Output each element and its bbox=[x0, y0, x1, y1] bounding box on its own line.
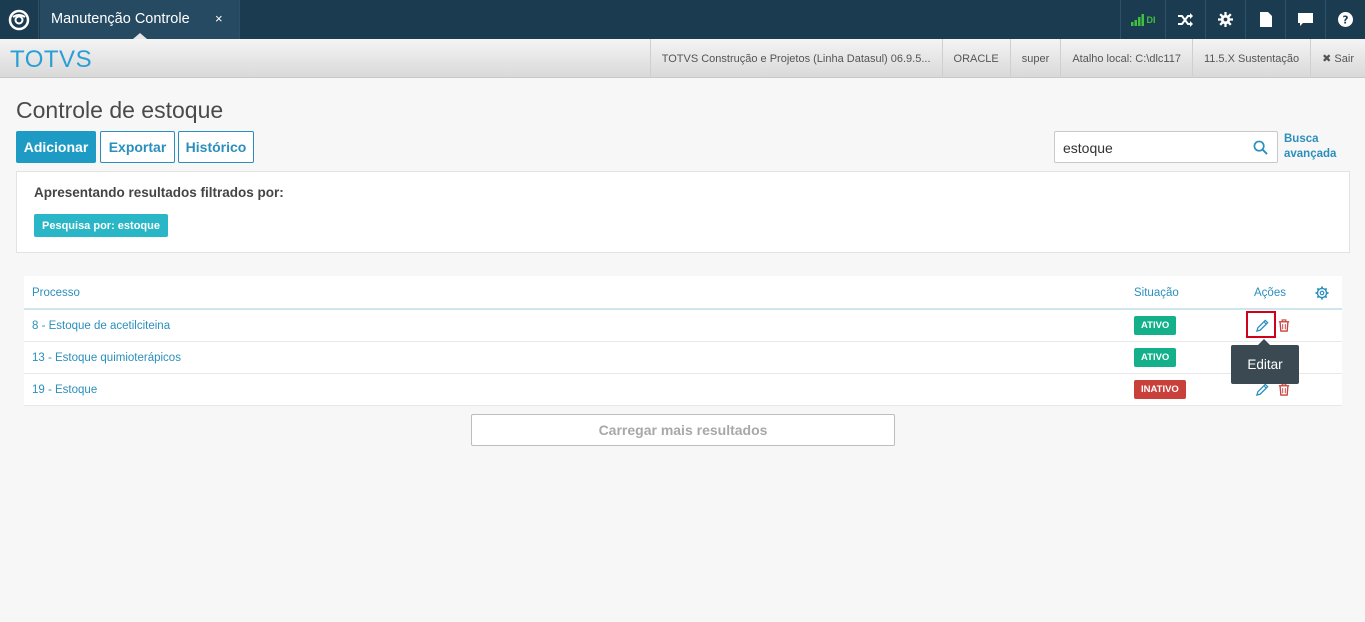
help-icon[interactable]: ? bbox=[1325, 0, 1365, 39]
search-icon[interactable] bbox=[1253, 140, 1268, 160]
filter-chip[interactable]: Pesquisa por: estoque bbox=[34, 214, 168, 237]
brand-bar: TOTVS TOTVS Construção e Projetos (Linha… bbox=[0, 39, 1365, 78]
process-link[interactable]: 8 - Estoque de acetilciteina bbox=[32, 320, 170, 332]
tab-title: Manutenção Controle de Estoque bbox=[51, 11, 191, 27]
svg-text:?: ? bbox=[1343, 15, 1349, 27]
totvs-logo-icon[interactable] bbox=[0, 0, 39, 39]
database-info: ORACLE bbox=[941, 39, 1010, 78]
process-link[interactable]: 13 - Estoque quimioterápicos bbox=[32, 352, 181, 364]
status-badge: ATIVO bbox=[1134, 348, 1177, 367]
connection-signal-icon[interactable]: DI bbox=[1120, 0, 1165, 39]
shuffle-icon[interactable] bbox=[1165, 0, 1205, 39]
tab-manutencao-controle[interactable]: Manutenção Controle de Estoque × bbox=[40, 0, 240, 39]
top-bar: Manutenção Controle de Estoque × DI ? bbox=[0, 0, 1365, 39]
load-more-button[interactable]: Carregar mais resultados bbox=[471, 414, 895, 446]
column-status[interactable]: Situação bbox=[1134, 287, 1179, 299]
edit-highlight-box bbox=[1246, 311, 1276, 338]
process-link[interactable]: 19 - Estoque bbox=[32, 384, 97, 396]
delete-trash-icon[interactable] bbox=[1277, 317, 1291, 333]
page-title: Controle de estoque bbox=[16, 97, 224, 123]
gear-icon[interactable] bbox=[1205, 0, 1245, 39]
close-tab-icon[interactable]: × bbox=[215, 11, 223, 26]
export-button[interactable]: Exportar bbox=[100, 131, 175, 163]
logout-button[interactable]: ✖ Sair bbox=[1310, 39, 1365, 78]
table-row: 8 - Estoque de acetilciteina ATIVO bbox=[24, 310, 1342, 342]
filter-panel: Apresentando resultados filtrados por: P… bbox=[16, 171, 1350, 253]
column-actions: Ações bbox=[1254, 287, 1286, 299]
brand-logo: TOTVS bbox=[10, 46, 93, 73]
environment-info: TOTVS Construção e Projetos (Linha Datas… bbox=[649, 39, 1365, 78]
filter-label: Apresentando resultados filtrados por: bbox=[34, 185, 284, 200]
advanced-search-link[interactable]: Busca avançada bbox=[1284, 132, 1336, 162]
product-info: TOTVS Construção e Projetos (Linha Datas… bbox=[649, 39, 942, 78]
status-badge: INATIVO bbox=[1134, 380, 1186, 399]
user-info: super bbox=[1009, 39, 1061, 78]
add-button[interactable]: Adicionar bbox=[16, 131, 96, 163]
table-row: 19 - Estoque INATIVO bbox=[24, 374, 1342, 406]
settings-gear-icon[interactable] bbox=[1315, 286, 1329, 305]
edit-tooltip: Editar bbox=[1231, 345, 1299, 384]
document-icon[interactable] bbox=[1245, 0, 1285, 39]
search-input[interactable]: estoque bbox=[1054, 131, 1278, 163]
column-process[interactable]: Processo bbox=[32, 287, 80, 299]
history-button[interactable]: Histórico bbox=[178, 131, 254, 163]
shortcut-info: Atalho local: C:\dlc117 bbox=[1060, 39, 1192, 78]
version-info: 11.5.X Sustentação bbox=[1191, 39, 1310, 78]
signal-label: DI bbox=[1146, 14, 1156, 25]
status-badge: ATIVO bbox=[1134, 316, 1177, 335]
chat-icon[interactable] bbox=[1285, 0, 1325, 39]
search-value: estoque bbox=[1063, 140, 1113, 156]
table-row: 13 - Estoque quimioterápicos ATIVO bbox=[24, 342, 1342, 374]
table-header: Processo Situação Ações bbox=[24, 276, 1342, 310]
process-table: Processo Situação Ações 8 - Estoque de a… bbox=[24, 276, 1342, 406]
